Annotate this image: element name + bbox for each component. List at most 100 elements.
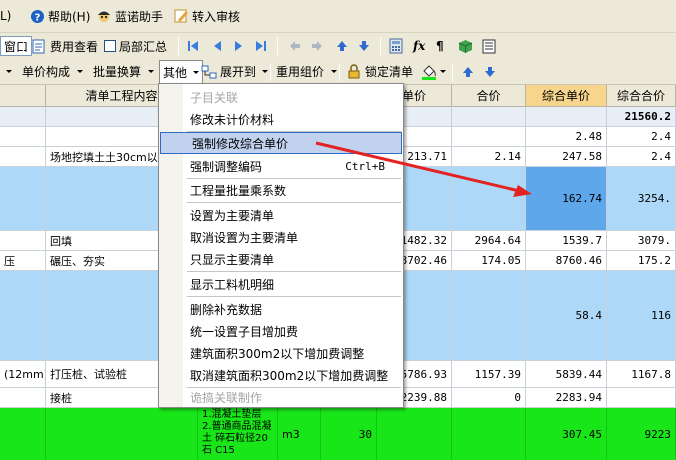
menu-help[interactable]: ? 帮助(H) — [29, 0, 90, 32]
expand-to-button[interactable]: 展开到 — [201, 59, 269, 84]
arrow-right-icon — [309, 38, 325, 54]
table-cell[interactable]: 9223 — [607, 408, 676, 460]
lock-bill-button[interactable]: 锁定清单 — [346, 59, 413, 84]
table-cell[interactable]: 247.58 — [526, 147, 607, 167]
menu-item-batch-multiply[interactable]: 工程量批量乘系数 — [159, 179, 403, 201]
table-cell[interactable] — [452, 271, 526, 361]
column-header-left[interactable] — [0, 85, 46, 107]
menu-item-set-sub-fee[interactable]: 统一设置子目增加费 — [159, 320, 403, 342]
menu-item-l[interactable]: L) — [0, 0, 11, 32]
table-cell[interactable]: 58.4 — [526, 271, 607, 361]
column-header-sum[interactable]: 综合合价 — [607, 85, 676, 107]
table-cell[interactable]: 3254. — [607, 167, 676, 231]
table-cell[interactable] — [0, 388, 46, 408]
reuse-group-price-button[interactable]: 重用组价 — [276, 59, 338, 84]
move-down-button[interactable] — [356, 33, 372, 59]
table-cell[interactable]: 5839.44 — [526, 361, 607, 388]
next-record-button[interactable] — [231, 33, 247, 59]
table-cell[interactable] — [46, 408, 198, 460]
table-cell[interactable]: 2283.94 — [526, 388, 607, 408]
table-cell[interactable] — [0, 147, 46, 167]
table-cell[interactable] — [0, 127, 46, 147]
menu-item-show-labor-material[interactable]: 显示工料机明细 — [159, 273, 403, 295]
menu-assistant[interactable]: 蓝诺助手 — [96, 0, 163, 32]
table-cell[interactable]: 174.05 — [452, 251, 526, 271]
table-cell[interactable] — [377, 408, 452, 460]
move-left-button[interactable] — [287, 33, 303, 59]
table-cell[interactable]: (12mm) — [0, 361, 46, 388]
table-cell[interactable] — [0, 167, 46, 231]
sub-summary-checkbox[interactable] — [104, 40, 116, 52]
menu-item-unset-main-bill[interactable]: 取消设置为主要清单 — [159, 226, 403, 248]
menu-transfer-review[interactable]: 转入审核 — [173, 0, 240, 32]
table-cell[interactable] — [0, 107, 46, 127]
table-cell[interactable]: 3079. — [607, 231, 676, 251]
unit-price-composition-button[interactable]: 单价构成 — [22, 59, 84, 84]
menu-item-delete-supplement[interactable]: 删除补充数据 — [159, 298, 403, 320]
table-cell[interactable] — [0, 231, 46, 251]
table-cell[interactable]: 1157.39 — [452, 361, 526, 388]
other-menu-button[interactable]: 其他 — [159, 60, 204, 84]
table-cell[interactable]: 1.混凝土垫层 2.普通商品混凝土 碎石粒径20石 C15 — [198, 408, 278, 460]
move-right-button[interactable] — [309, 33, 325, 59]
table-cell[interactable]: 0 — [452, 388, 526, 408]
formula-button[interactable]: fx — [413, 33, 425, 59]
move-up-button[interactable] — [334, 33, 350, 59]
window-button[interactable]: 窗口 — [0, 36, 33, 56]
menu-item-cancel-area-fee-adjust[interactable]: 取消建筑面积300m2以下增加费调整 — [159, 364, 403, 386]
table-cell[interactable]: 2964.64 — [452, 231, 526, 251]
table-cell[interactable]: 1167.8 — [607, 361, 676, 388]
column-header-unit-total[interactable]: 综合单价 — [526, 85, 607, 107]
table-cell[interactable]: 21560.2 — [607, 107, 676, 127]
table-cell[interactable] — [452, 107, 526, 127]
table-cell[interactable] — [0, 408, 46, 460]
table-row[interactable]: 1.混凝土垫层 2.普通商品混凝土 碎石粒径20石 C15 30 307.45 922… — [0, 408, 676, 460]
sub-summary-toggle[interactable]: 局部汇总 — [104, 33, 167, 59]
table-cell[interactable] — [607, 388, 676, 408]
column-header-total[interactable]: 合价 — [452, 85, 526, 107]
table-cell[interactable]: 2.14 — [452, 147, 526, 167]
table-cell[interactable]: 8760.46 — [526, 251, 607, 271]
last-icon — [253, 38, 269, 54]
table-cell[interactable]: 2.4 — [607, 127, 676, 147]
table-cell[interactable]: 116 — [607, 271, 676, 361]
paragraph-button[interactable]: ¶ — [436, 33, 444, 59]
row-up-button[interactable] — [460, 59, 476, 84]
menu-item-show-main-bill[interactable]: 只显示主要清单 — [159, 248, 403, 270]
list-icon — [481, 38, 497, 54]
menu-item-force-adjust-code[interactable]: 强制调整编码 Ctrl+B — [159, 155, 403, 177]
table-cell[interactable]: 1539.7 — [526, 231, 607, 251]
dropdown-arrow[interactable] — [6, 59, 12, 84]
table-cell[interactable]: 2.4 — [607, 147, 676, 167]
menu-bar: L) ? 帮助(H) 蓝诺助手 转入审核 — [0, 0, 676, 33]
menu-item-force-modify-unit-price[interactable]: 强制修改综合单价 — [160, 132, 402, 154]
table-cell[interactable] — [0, 271, 46, 361]
menu-item-association-make[interactable]: 诡搞关联制作 — [159, 386, 403, 408]
chevron-down-icon — [77, 70, 84, 73]
calculator-button[interactable] — [388, 33, 404, 59]
menu-item-sub-association[interactable]: 子目关联 — [159, 86, 403, 108]
table-cell[interactable]: 175.2 — [607, 251, 676, 271]
previous-record-button[interactable] — [209, 33, 225, 59]
table-cell[interactable]: m3 — [278, 408, 321, 460]
table-cell[interactable] — [452, 408, 526, 460]
table-cell[interactable]: 162.74 — [526, 167, 607, 231]
menu-item-modify-unpriced-material[interactable]: 修改未计价材料 — [159, 108, 403, 130]
table-cell[interactable] — [452, 127, 526, 147]
fill-color-button[interactable] — [421, 59, 446, 84]
table-cell[interactable]: 2.48 — [526, 127, 607, 147]
batch-convert-button[interactable]: 批量换算 — [93, 59, 155, 84]
cube-button[interactable] — [457, 33, 473, 59]
list-button[interactable] — [481, 33, 497, 59]
menu-item-set-main-bill[interactable]: 设置为主要清单 — [159, 204, 403, 226]
first-record-button[interactable] — [185, 33, 201, 59]
table-cell[interactable]: 307.45 — [526, 408, 607, 460]
table-cell[interactable]: 30 — [321, 408, 377, 460]
table-cell[interactable] — [526, 107, 607, 127]
table-cell[interactable] — [452, 167, 526, 231]
fee-view-button[interactable]: 费用查看 — [31, 33, 98, 59]
row-down-button[interactable] — [482, 59, 498, 84]
menu-item-area-fee-adjust[interactable]: 建筑面积300m2以下增加费调整 — [159, 342, 403, 364]
table-cell[interactable]: 压 — [0, 251, 46, 271]
last-record-button[interactable] — [253, 33, 269, 59]
